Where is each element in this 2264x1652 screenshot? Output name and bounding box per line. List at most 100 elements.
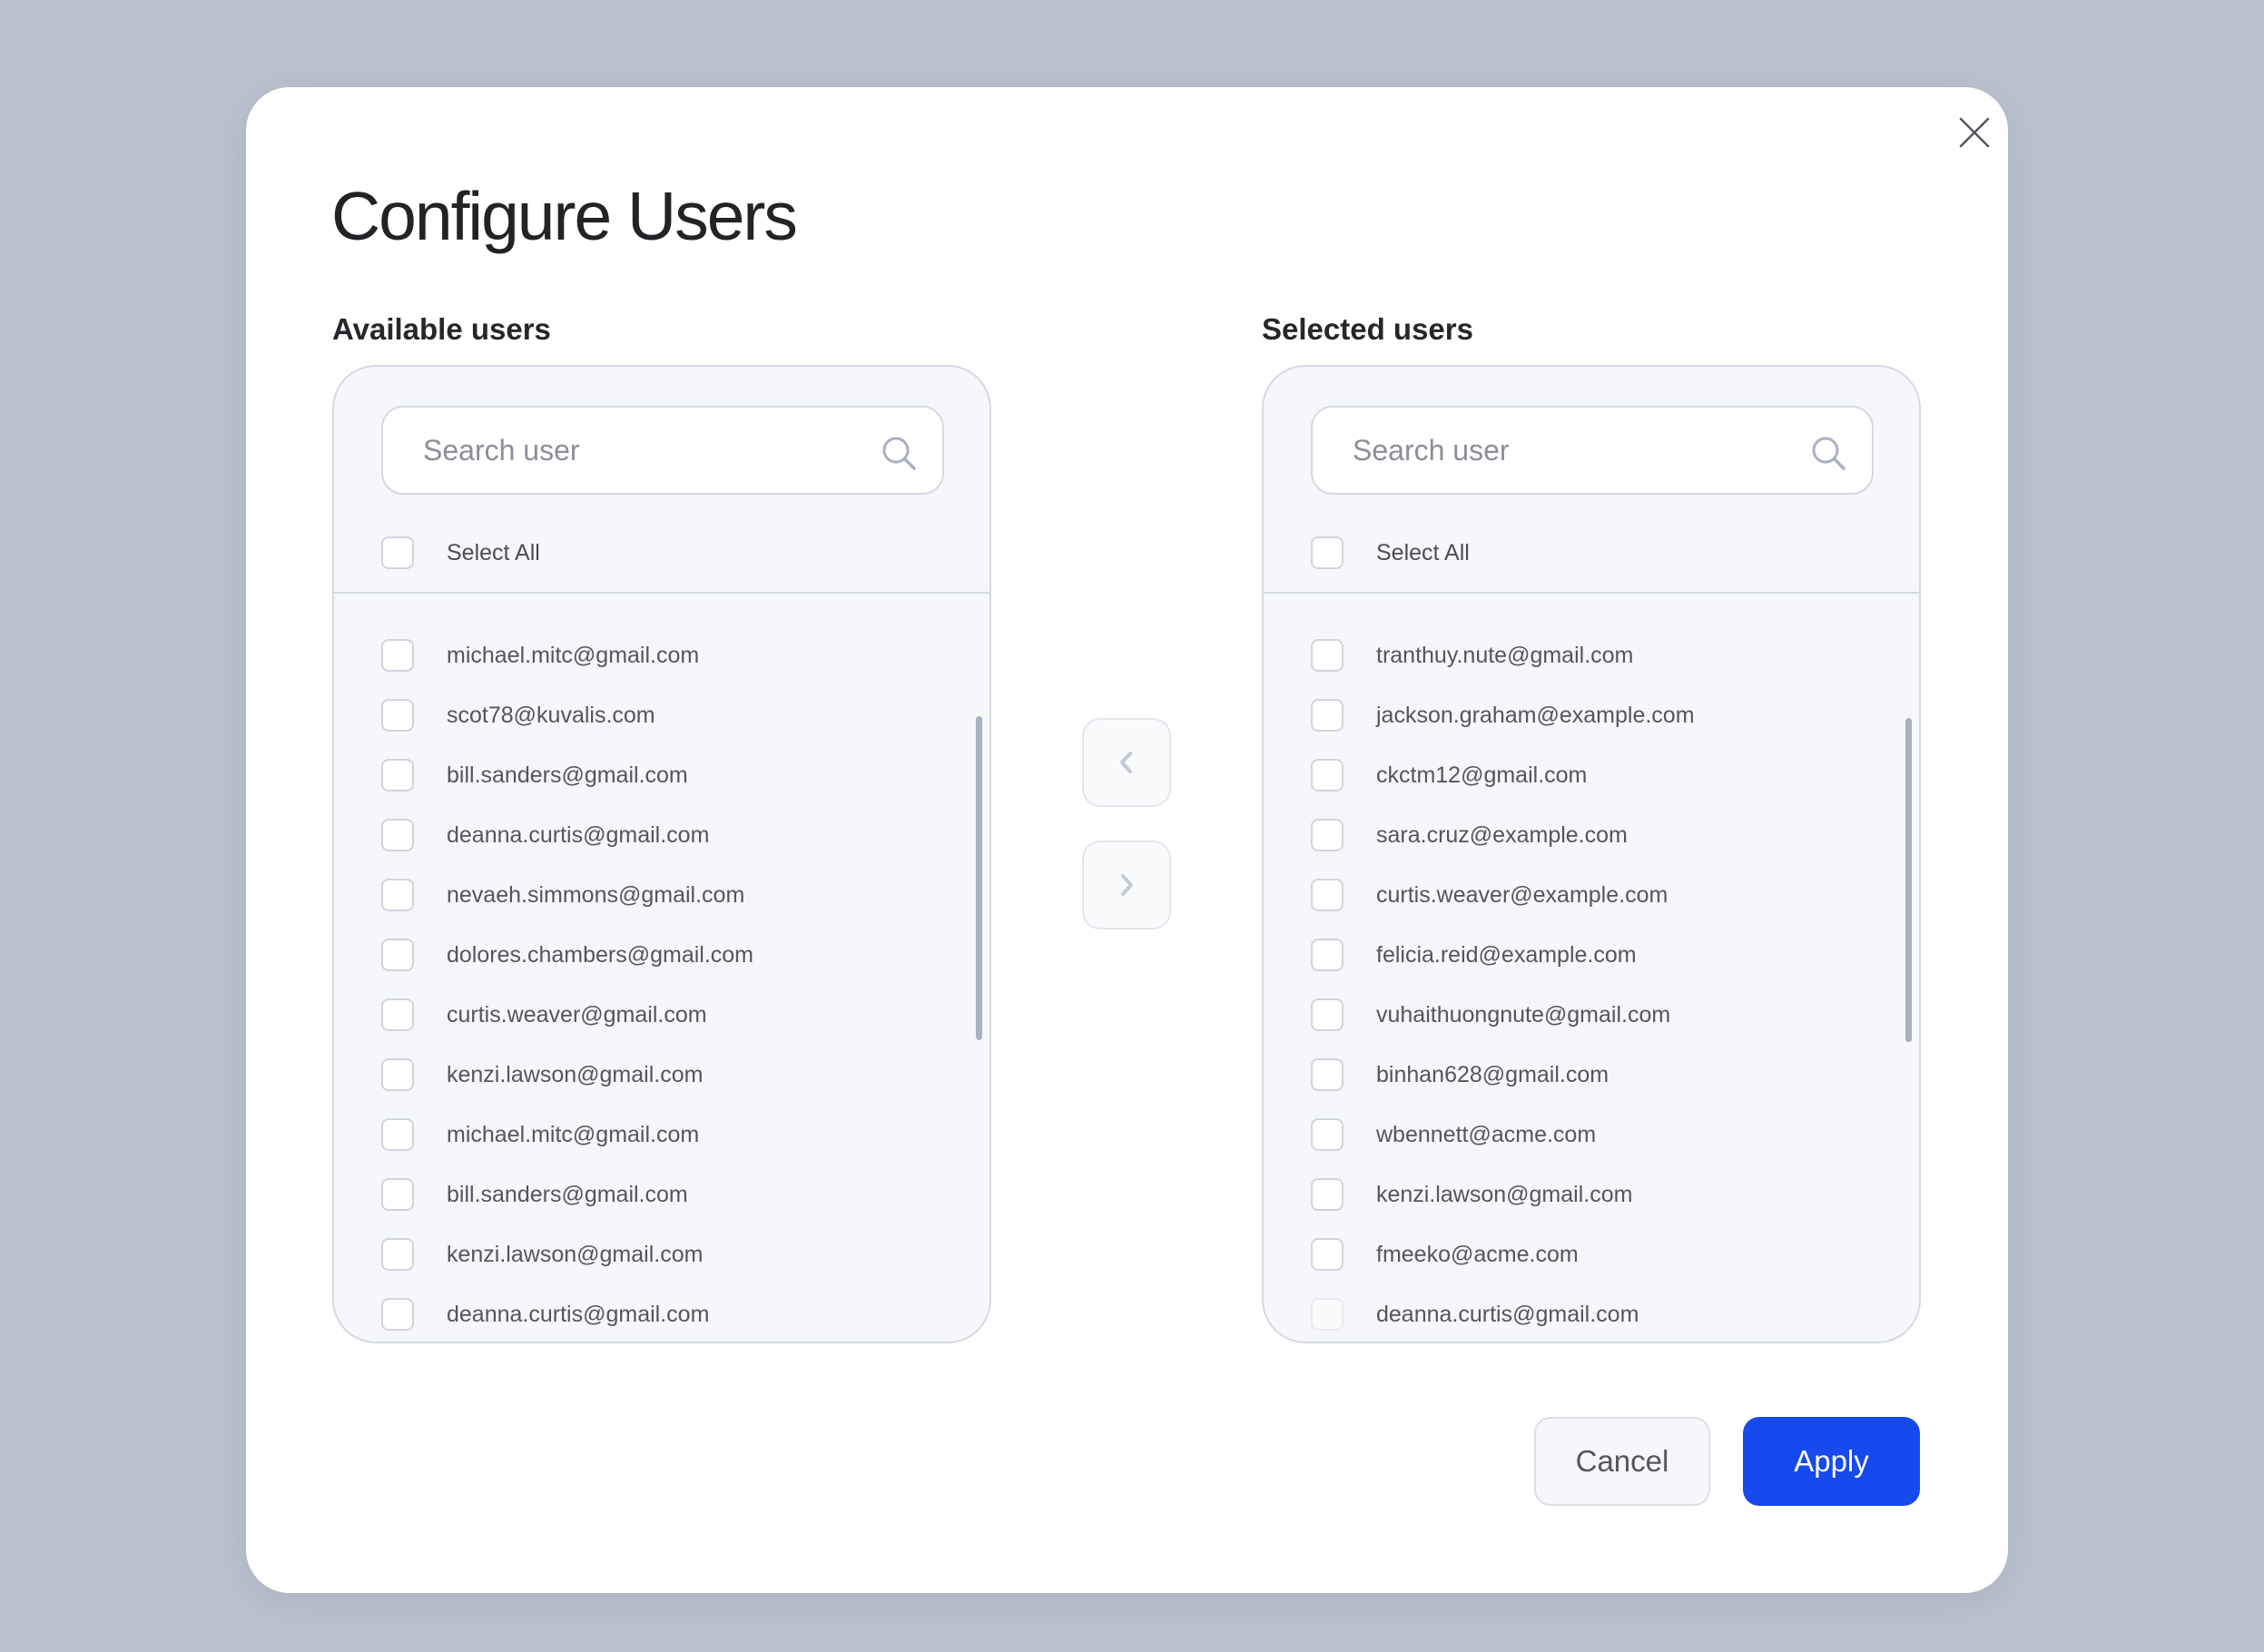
available-select-all-checkbox[interactable] (381, 536, 414, 569)
chevron-right-icon (1121, 874, 1133, 896)
user-list-item[interactable]: kenzi.lawson@gmail.com (1311, 1165, 1892, 1224)
user-checkbox[interactable] (381, 939, 414, 971)
user-email: curtis.weaver@example.com (1376, 881, 1668, 908)
user-list-item[interactable]: kenzi.lawson@gmail.com (381, 1045, 962, 1105)
user-checkbox[interactable] (1311, 1058, 1344, 1091)
dialog-title: Configure Users (331, 178, 798, 254)
user-list-item[interactable]: fmeeko@acme.com (1311, 1224, 1892, 1284)
selected-users-label: Selected users (1262, 312, 1473, 346)
user-checkbox[interactable] (1311, 1298, 1344, 1331)
user-email: michael.mitc@gmail.com (447, 642, 700, 668)
user-checkbox[interactable] (381, 1178, 414, 1211)
user-email: kenzi.lawson@gmail.com (447, 1241, 704, 1267)
selected-users-list: tranthuy.nute@gmail.com jackson.graham@ex… (1311, 625, 1892, 1342)
user-list-item[interactable]: nevaeh.simmons@gmail.com (381, 865, 962, 925)
cancel-button[interactable]: Cancel (1534, 1417, 1710, 1506)
user-checkbox[interactable] (381, 1238, 414, 1271)
user-checkbox[interactable] (381, 1118, 414, 1151)
user-list-item[interactable]: deanna.curtis@gmail.com (381, 805, 962, 865)
user-email: binhan628@gmail.com (1376, 1061, 1609, 1087)
available-users-panel: Select All michael.mitc@gmail.com scot78@… (332, 365, 991, 1343)
user-list-item[interactable]: wbennett@acme.com (1311, 1105, 1892, 1165)
selected-users-panel: Select All tranthuy.nute@gmail.com jackso… (1262, 365, 1921, 1343)
selected-select-all[interactable]: Select All (1311, 535, 1470, 571)
user-checkbox[interactable] (1311, 819, 1344, 851)
user-email: nevaeh.simmons@gmail.com (447, 881, 745, 908)
user-email: kenzi.lawson@gmail.com (447, 1061, 704, 1087)
selected-search-input[interactable] (1313, 408, 1872, 493)
user-list-item[interactable]: binhan628@gmail.com (1311, 1045, 1892, 1105)
available-users-label: Available users (332, 312, 551, 346)
move-to-selected-button[interactable] (1082, 841, 1171, 929)
user-email: sara.cruz@example.com (1376, 821, 1628, 848)
user-email: bill.sanders@gmail.com (447, 762, 688, 788)
user-checkbox[interactable] (1311, 1118, 1344, 1151)
user-list-item[interactable]: kenzi.lawson@gmail.com (381, 1224, 962, 1284)
user-email: jackson.graham@example.com (1376, 702, 1695, 728)
move-to-available-button[interactable] (1082, 718, 1171, 807)
user-list-item[interactable]: scot78@kuvalis.com (381, 685, 962, 745)
user-list-item[interactable]: felicia.reid@example.com (1311, 925, 1892, 985)
user-list-item[interactable]: bill.sanders@gmail.com (381, 1165, 962, 1224)
user-list-item[interactable]: bill.sanders@gmail.com (381, 745, 962, 805)
user-checkbox[interactable] (381, 879, 414, 911)
user-list-item[interactable]: sara.cruz@example.com (1311, 805, 1892, 865)
user-checkbox[interactable] (1311, 759, 1344, 792)
user-checkbox[interactable] (1311, 1238, 1344, 1271)
user-email: deanna.curtis@gmail.com (447, 1301, 710, 1327)
user-list-item[interactable]: ckctm12@gmail.com (1311, 745, 1892, 805)
user-checkbox[interactable] (381, 639, 414, 672)
user-checkbox[interactable] (1311, 939, 1344, 971)
user-checkbox[interactable] (381, 699, 414, 732)
user-checkbox[interactable] (1311, 639, 1344, 672)
divider (1264, 592, 1919, 594)
user-list-item[interactable]: dolores.chambers@gmail.com (381, 925, 962, 985)
close-icon (1959, 117, 1990, 148)
user-list-item[interactable]: deanna.curtis@gmail.com (1311, 1284, 1892, 1342)
user-checkbox[interactable] (1311, 998, 1344, 1031)
close-button[interactable] (1956, 114, 1993, 151)
user-email: michael.mitc@gmail.com (447, 1121, 700, 1147)
user-email: tranthuy.nute@gmail.com (1376, 642, 1634, 668)
user-list-item[interactable]: deanna.curtis@gmail.com (381, 1284, 962, 1342)
user-list-item[interactable]: curtis.weaver@gmail.com (381, 985, 962, 1045)
user-checkbox[interactable] (1311, 699, 1344, 732)
user-email: deanna.curtis@gmail.com (447, 821, 710, 848)
user-list-item[interactable]: curtis.weaver@example.com (1311, 865, 1892, 925)
selected-select-all-checkbox[interactable] (1311, 536, 1344, 569)
divider (334, 592, 989, 594)
user-checkbox[interactable] (381, 759, 414, 792)
user-checkbox[interactable] (381, 1058, 414, 1091)
user-list-item[interactable]: michael.mitc@gmail.com (381, 1105, 962, 1165)
search-icon[interactable] (881, 435, 917, 471)
user-email: felicia.reid@example.com (1376, 941, 1637, 968)
available-select-all[interactable]: Select All (381, 535, 540, 571)
selected-scrollbar[interactable] (1905, 718, 1912, 1042)
user-email: wbennett@acme.com (1376, 1121, 1597, 1147)
selected-search-box (1311, 406, 1874, 495)
user-checkbox[interactable] (1311, 1178, 1344, 1211)
user-email: kenzi.lawson@gmail.com (1376, 1181, 1633, 1207)
user-checkbox[interactable] (1311, 879, 1344, 911)
user-checkbox[interactable] (381, 1298, 414, 1331)
user-email: ckctm12@gmail.com (1376, 762, 1588, 788)
select-all-label: Select All (447, 539, 540, 565)
user-list-item[interactable]: jackson.graham@example.com (1311, 685, 1892, 745)
user-list-item[interactable]: vuhaithuongnute@gmail.com (1311, 985, 1892, 1045)
select-all-label: Select All (1376, 539, 1470, 565)
search-icon[interactable] (1810, 435, 1846, 471)
apply-button[interactable]: Apply (1743, 1417, 1920, 1506)
available-search-input[interactable] (383, 408, 942, 493)
chevron-left-icon (1120, 752, 1132, 773)
available-users-list: michael.mitc@gmail.com scot78@kuvalis.com… (381, 625, 962, 1342)
user-list-item[interactable]: michael.mitc@gmail.com (381, 625, 962, 685)
available-search-box (381, 406, 944, 495)
user-email: scot78@kuvalis.com (447, 702, 655, 728)
user-email: dolores.chambers@gmail.com (447, 941, 754, 968)
user-email: vuhaithuongnute@gmail.com (1376, 1001, 1671, 1028)
user-checkbox[interactable] (381, 998, 414, 1031)
user-email: deanna.curtis@gmail.com (1376, 1301, 1639, 1327)
available-scrollbar[interactable] (976, 716, 982, 1040)
user-list-item[interactable]: tranthuy.nute@gmail.com (1311, 625, 1892, 685)
user-checkbox[interactable] (381, 819, 414, 851)
